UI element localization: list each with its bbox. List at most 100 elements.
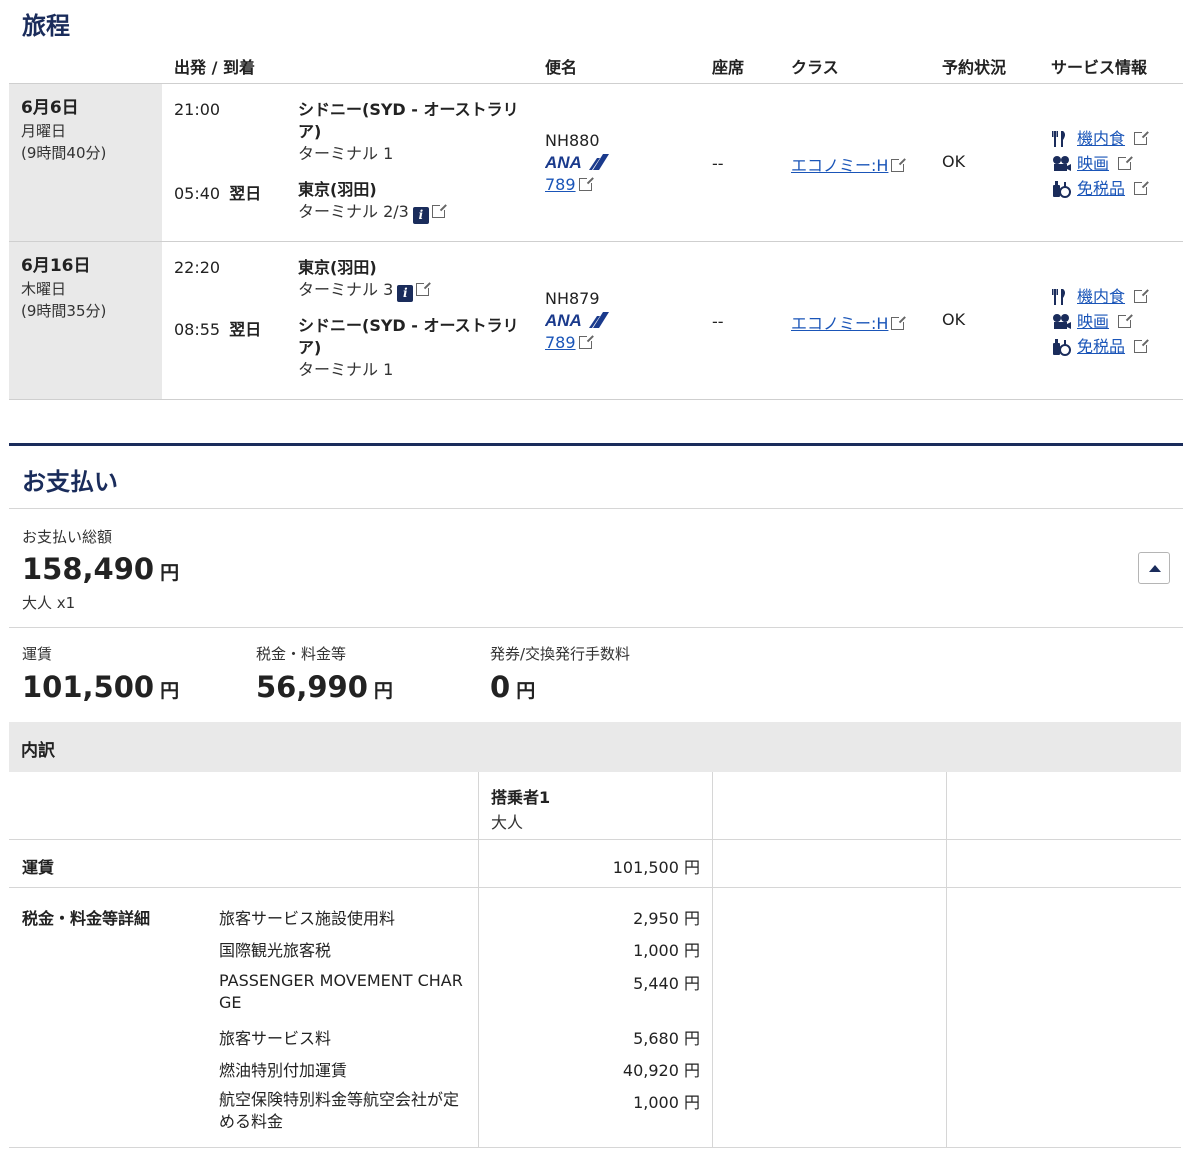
arrival-place: 東京(羽田) ターミナル 2/3 i: [298, 179, 538, 224]
departure-place: シドニー(SYD - オーストラリア) ターミナル 1: [298, 99, 538, 165]
ana-logo-icon: ANA: [545, 153, 609, 172]
service-meal[interactable]: 機内食: [1051, 126, 1150, 151]
ana-logo-icon: ANA: [545, 311, 609, 330]
collapse-button[interactable]: [1138, 552, 1170, 584]
tax-item-name: 旅客サービス施設使用料: [219, 909, 396, 928]
external-link-icon[interactable]: [578, 176, 594, 191]
external-link-icon[interactable]: [1134, 180, 1150, 195]
divider: [9, 627, 1183, 628]
header-service: サービス情報: [1051, 58, 1148, 77]
fee-amount-value: 0: [490, 670, 511, 704]
tax-amount-value: 56,990: [256, 670, 368, 704]
aircraft-link[interactable]: 789: [545, 175, 594, 194]
class-link[interactable]: エコノミー:H: [791, 310, 907, 334]
service-meal-label[interactable]: 機内食: [1077, 126, 1125, 151]
departure-terminal-row: ターミナル 3i: [298, 279, 538, 302]
header-status: 予約状況: [942, 58, 1007, 77]
external-link-icon[interactable]: [1118, 155, 1134, 170]
tax-item-value: 5,440 円: [633, 974, 700, 993]
fee-amount: 0円: [490, 670, 535, 704]
external-link-icon[interactable]: [1118, 313, 1134, 328]
flight-number: NH879: [545, 289, 600, 308]
next-day-label: 翌日: [229, 320, 262, 339]
service-list: 機内食 映画 免税品: [1051, 126, 1150, 201]
divider: [9, 839, 1181, 840]
tax-item-value: 40,920 円: [622, 1061, 700, 1080]
itinerary-title: 旅程: [22, 12, 70, 40]
info-icon[interactable]: i: [412, 207, 429, 224]
tax-item-value: 1,000 円: [633, 1093, 700, 1112]
external-link-icon[interactable]: [1134, 288, 1150, 303]
yen-unit: 円: [516, 680, 536, 702]
service-dutyfree[interactable]: 免税品: [1051, 176, 1150, 201]
arrival-terminal: ターミナル 2/3: [298, 202, 409, 221]
departure-terminal: ターミナル 1: [298, 144, 394, 163]
external-link-icon[interactable]: [1134, 338, 1150, 353]
service-movie[interactable]: 映画: [1051, 309, 1147, 334]
booking-status: OK: [942, 310, 966, 329]
tax-item-name: 航空保険特別料金等航空会社が定める料金: [219, 1090, 460, 1131]
fare-amount-value: 101,500: [22, 670, 155, 704]
departure-terminal: ターミナル 3: [298, 280, 394, 299]
seat-value: --: [712, 312, 724, 331]
service-meal-label[interactable]: 機内食: [1077, 284, 1125, 309]
service-dutyfree-label[interactable]: 免税品: [1077, 334, 1125, 359]
arrival-time: 05:40 翌日: [174, 180, 261, 204]
external-link-icon[interactable]: [891, 315, 907, 330]
yen-unit: 円: [373, 680, 393, 702]
info-icon[interactable]: i: [397, 285, 414, 302]
fork-knife-icon: [1052, 288, 1065, 305]
tax-item-name: 燃油特別付加運賃: [219, 1061, 348, 1080]
service-dutyfree[interactable]: 免税品: [1051, 334, 1150, 359]
date-cell: 6月16日 木曜日 (9時間35分): [9, 242, 162, 399]
itinerary-header: 出発 / 到着 便名 座席 クラス 予約状況 サービス情報: [9, 50, 1183, 84]
tax-item-value: 5,680 円: [633, 1029, 700, 1048]
section-divider: [9, 443, 1183, 446]
external-link-icon[interactable]: [891, 157, 907, 172]
breakdown-fare-label: 運賃: [22, 858, 55, 877]
external-link-icon[interactable]: [416, 281, 432, 296]
tax-amount: 56,990 円: [256, 670, 393, 704]
total-amount-value: 158,490: [22, 552, 155, 586]
bottle-icon: [1053, 338, 1071, 356]
arrival-terminal: ターミナル 1: [298, 360, 394, 379]
flight-duration: (9時間35分): [21, 302, 107, 320]
yen-unit: 円: [160, 680, 180, 702]
external-link-icon[interactable]: [578, 334, 594, 349]
departure-place: 東京(羽田) ターミナル 3i: [298, 257, 538, 302]
external-link-icon[interactable]: [1134, 130, 1150, 145]
fare-amount: 101,500 円: [22, 670, 179, 704]
fare-label: 運賃: [22, 645, 53, 663]
aircraft-type[interactable]: 789: [545, 333, 576, 352]
booking-status: OK: [942, 152, 966, 171]
external-link-icon[interactable]: [431, 203, 447, 218]
departure-time: 22:20: [174, 258, 221, 277]
aircraft-link[interactable]: 789: [545, 333, 594, 352]
column-divider: [946, 772, 947, 1147]
arrival-time: 08:55 翌日: [174, 316, 261, 340]
service-movie-label[interactable]: 映画: [1077, 151, 1109, 176]
flight-weekday: 月曜日: [21, 122, 67, 140]
arrival-time-value: 05:40: [174, 184, 221, 203]
ana-logo-text: ANA: [545, 311, 582, 330]
arrival-place: シドニー(SYD - オーストラリア) ターミナル 1: [298, 315, 538, 381]
class-value[interactable]: エコノミー:H: [791, 314, 888, 333]
service-movie[interactable]: 映画: [1051, 151, 1147, 176]
ana-logo-text: ANA: [545, 153, 582, 172]
departure-city: シドニー(SYD - オーストラリア): [298, 100, 519, 141]
tax-item-value: 1,000 円: [633, 941, 700, 960]
aircraft-type[interactable]: 789: [545, 175, 576, 194]
class-link[interactable]: エコノミー:H: [791, 152, 907, 176]
flight-number: NH880: [545, 131, 600, 150]
class-value[interactable]: エコノミー:H: [791, 156, 888, 175]
service-dutyfree-label[interactable]: 免税品: [1077, 176, 1125, 201]
service-movie-label[interactable]: 映画: [1077, 309, 1109, 334]
tax-item-value: 2,950 円: [633, 909, 700, 928]
fork-knife-icon: [1052, 130, 1065, 147]
arrival-city: シドニー(SYD - オーストラリア): [298, 316, 519, 357]
service-meal[interactable]: 機内食: [1051, 284, 1150, 309]
arrival-terminal-row: ターミナル 2/3 i: [298, 201, 538, 224]
column-divider: [712, 772, 713, 1147]
flight-date: 6月6日: [21, 98, 79, 118]
next-day-label: 翌日: [229, 184, 262, 203]
